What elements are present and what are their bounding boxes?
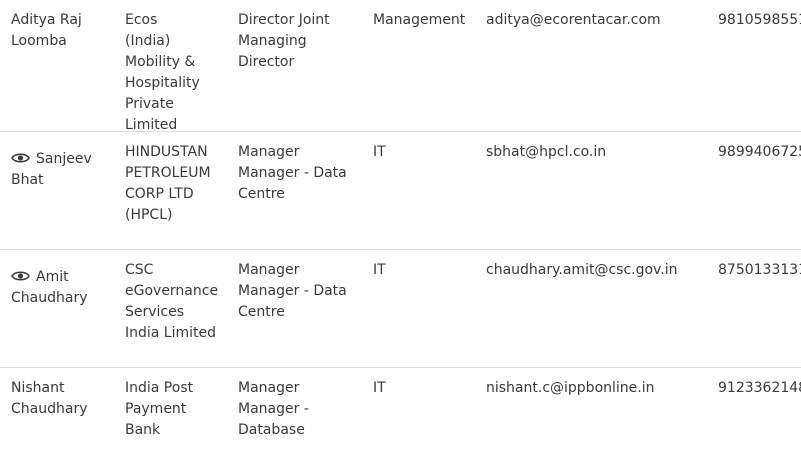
contact-name: Aditya Raj Loomba [11,10,116,52]
email-link[interactable]: chaudhary.amit@csc.gov.in [486,260,712,281]
contact-last-name: Chaudhary [11,290,88,306]
phone-number: 9123362148 [718,380,801,396]
designation: Director Joint Managing Director [238,12,330,70]
company-name: Ecos (India) Mobility & Hospitality Priv… [125,12,200,133]
email-link[interactable]: nishant.c@ippbonline.in [486,378,712,399]
contacts-table: Aditya Raj Loomba Ecos (India) Mobility … [0,0,801,461]
contact-last-name: Loomba [11,33,67,49]
table-row: Aditya Raj Loomba Ecos (India) Mobility … [0,0,801,133]
email-link[interactable]: sbhat@hpcl.co.in [486,142,712,163]
table-row: Sanjeev Bhat HINDUSTAN PETROLEUM CORP LT… [0,132,801,250]
designation: Manager Manager - Data Centre [238,262,347,320]
contact-first-name: Sanjeev [36,151,92,167]
designation: Manager Manager - Database [238,380,309,438]
company-name: India Post Payment Bank [125,380,194,438]
contact-first-name: Amit [36,269,69,285]
contact-name: Sanjeev Bhat [11,149,116,191]
eye-icon[interactable] [11,270,30,282]
designation: Manager Manager - Data Centre [238,144,347,202]
department: IT [373,262,386,278]
department: IT [373,144,386,160]
phone-number: 9810598551 [718,12,801,28]
table-row: Amit Chaudhary CSC eGovernance Services … [0,250,801,368]
contact-first-name: Nishant [11,380,65,396]
phone-number: 8750133131 [718,262,801,278]
contact-name: Amit Chaudhary [11,267,116,309]
table-row: Nishant Chaudhary India Post Payment Ban… [0,368,801,461]
department: Management [373,12,466,28]
phone-number: 9899406725 [718,144,801,160]
company-name: HINDUSTAN PETROLEUM CORP LTD (HPCL) [125,144,211,223]
contact-last-name: Chaudhary [11,401,88,417]
contact-last-name: Bhat [11,172,44,188]
eye-icon[interactable] [11,152,30,164]
contact-name: Nishant Chaudhary [11,378,116,420]
department: IT [373,380,386,396]
company-name: CSC eGovernance Services India Limited [125,262,219,341]
contact-first-name: Aditya Raj [11,12,82,28]
email-link[interactable]: aditya@ecorentacar.com [486,10,712,31]
